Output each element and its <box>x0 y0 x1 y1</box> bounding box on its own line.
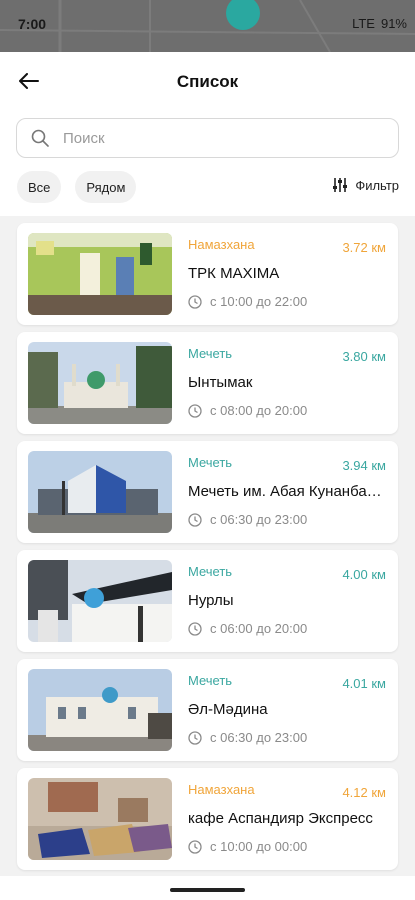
search-input[interactable] <box>63 129 363 147</box>
place-name: ТРК MAXIMA <box>188 265 280 282</box>
place-name: Нурлы <box>188 592 234 609</box>
list-item[interactable]: Мечеть 3.80 км Ынтымак с 08:00 до 20:00 <box>17 332 398 434</box>
place-type: Мечеть <box>188 346 233 361</box>
place-hours: с 10:00 до 22:00 <box>188 294 307 309</box>
place-type: Намазхана <box>188 237 255 252</box>
battery-label: 91% <box>380 16 407 31</box>
place-hours: с 06:00 до 20:00 <box>188 621 307 636</box>
place-photo <box>28 778 172 860</box>
place-name: Әл-Мәдина <box>188 701 268 718</box>
place-distance: 3.80 км <box>342 349 386 364</box>
status-time: 7:00 <box>18 16 47 32</box>
place-hours-text: с 06:30 до 23:00 <box>210 512 308 527</box>
clock-icon <box>188 621 202 636</box>
place-hours: с 08:00 до 20:00 <box>188 403 307 418</box>
place-hours: с 10:00 до 00:00 <box>188 839 307 854</box>
place-type: Мечеть <box>188 673 233 688</box>
list-item[interactable]: Намазхана 3.72 км ТРК MAXIMA с 10:00 до … <box>17 223 398 325</box>
status-icons: LTE 91% <box>352 16 407 31</box>
filter-button[interactable]: Фильтр <box>332 177 399 193</box>
filter-chips: Все Рядом <box>17 171 137 203</box>
place-distance: 4.00 км <box>342 567 386 582</box>
place-hours: с 06:30 до 23:00 <box>188 730 307 745</box>
system-nav-bar <box>0 876 415 900</box>
chip-nearby[interactable]: Рядом <box>75 171 137 203</box>
clock-icon <box>188 294 202 309</box>
place-photo <box>28 233 172 315</box>
place-photo <box>28 451 172 533</box>
network-label: LTE <box>352 16 375 31</box>
place-hours-text: с 08:00 до 20:00 <box>210 403 308 418</box>
place-photo <box>28 669 172 751</box>
top-bar: Список <box>0 52 415 110</box>
place-distance: 4.12 км <box>342 785 386 800</box>
search-icon <box>31 129 49 147</box>
filter-label: Фильтр <box>355 177 399 193</box>
sliders-icon <box>333 178 348 192</box>
chip-all[interactable]: Все <box>17 171 62 203</box>
list-item[interactable]: Мечеть 4.00 км Нурлы с 06:00 до 20:00 <box>17 550 398 652</box>
place-hours: с 06:30 до 23:00 <box>188 512 307 527</box>
place-photo <box>28 560 172 642</box>
clock-icon <box>188 512 202 527</box>
place-name: кафе Аспандияр Экспресс <box>188 810 373 827</box>
place-hours-text: с 06:30 до 23:00 <box>210 730 308 745</box>
place-hours-text: с 10:00 до 22:00 <box>210 294 308 309</box>
page-title: Список <box>176 72 239 91</box>
place-hours-text: с 10:00 до 00:00 <box>210 839 308 854</box>
place-distance: 4.01 км <box>342 676 386 691</box>
place-distance: 3.94 км <box>342 458 386 473</box>
list-item[interactable]: Намазхана 4.12 км кафе Аспандияр Экспрес… <box>17 768 398 870</box>
home-indicator[interactable] <box>170 888 245 892</box>
list-item[interactable]: Мечеть 3.94 км Мечеть им. Абая Кунанбаев… <box>17 441 398 543</box>
clock-icon <box>188 839 202 854</box>
place-distance: 3.72 км <box>342 240 386 255</box>
clock-icon <box>188 730 202 745</box>
clock-icon <box>188 403 202 418</box>
place-hours-text: с 06:00 до 20:00 <box>210 621 308 636</box>
search-box[interactable] <box>16 118 399 158</box>
place-name: Мечеть им. Абая Кунанбаева <box>188 483 388 500</box>
status-bar: 7:00 LTE 91% <box>0 0 415 52</box>
list-item[interactable]: Мечеть 4.01 км Әл-Мәдина с 06:30 до 23:0… <box>17 659 398 761</box>
place-type: Мечеть <box>188 455 233 470</box>
place-name: Ынтымак <box>188 374 253 391</box>
places-list: Намазхана 3.72 км ТРК MAXIMA с 10:00 до … <box>0 216 415 900</box>
place-type: Намазхана <box>188 782 255 797</box>
list-sheet: Список Все Рядом Фильтр <box>0 52 415 900</box>
place-type: Мечеть <box>188 564 233 579</box>
place-photo <box>28 342 172 424</box>
